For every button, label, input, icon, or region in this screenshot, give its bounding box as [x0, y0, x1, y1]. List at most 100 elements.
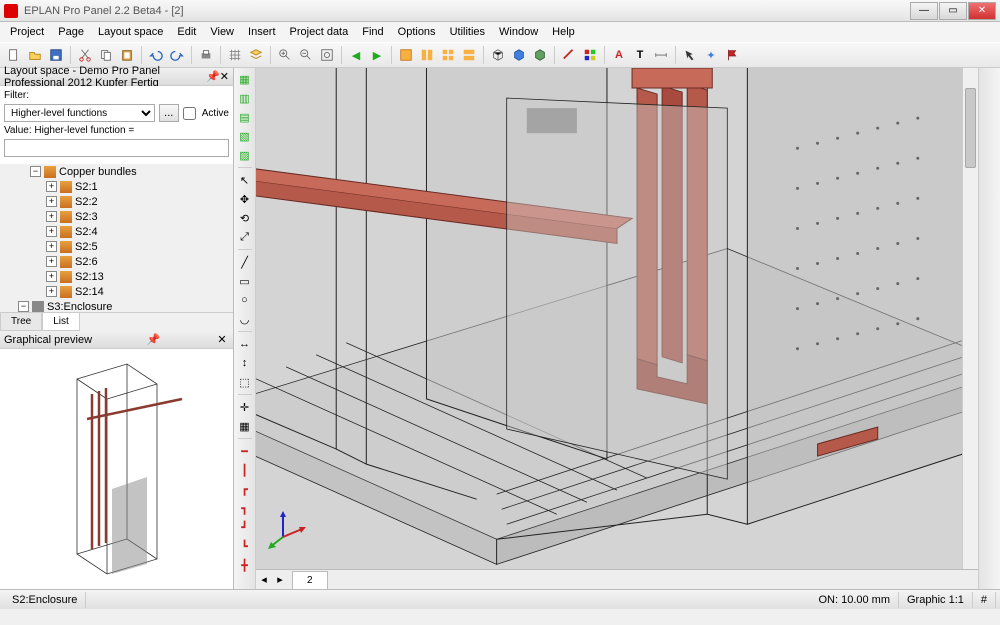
tb-t-icon[interactable]: T: [630, 45, 650, 65]
tab-tree[interactable]: Tree: [0, 313, 42, 331]
menu-project[interactable]: Project: [4, 24, 50, 40]
tb-paste-icon[interactable]: [117, 45, 137, 65]
vt-copper6-icon[interactable]: ┗: [236, 537, 254, 555]
viewport-3d[interactable]: ◂ ▸ 2: [256, 68, 978, 589]
tb-flag-icon[interactable]: [722, 45, 742, 65]
menu-utilities[interactable]: Utilities: [444, 24, 491, 40]
vt-select-icon[interactable]: ↖: [236, 171, 254, 189]
menu-project-data[interactable]: Project data: [284, 24, 355, 40]
tb-view2-icon[interactable]: [417, 45, 437, 65]
vt-grid-icon[interactable]: ▦: [236, 417, 254, 435]
tb-color-icon[interactable]: [580, 45, 600, 65]
tree-copper-bundles[interactable]: −Copper bundles: [0, 164, 233, 179]
tree-view[interactable]: −Copper bundles +S2:1 +S2:2 +S2:3 +S2:4 …: [0, 164, 233, 312]
vt-rail-icon[interactable]: ▤: [236, 108, 254, 126]
vt-line-icon[interactable]: ╱: [236, 253, 254, 271]
tab-list[interactable]: List: [42, 313, 80, 331]
vt-copper3-icon[interactable]: ┏: [236, 480, 254, 498]
vt-rotate-icon[interactable]: ⟲: [236, 209, 254, 227]
menu-window[interactable]: Window: [493, 24, 544, 40]
menu-help[interactable]: Help: [546, 24, 581, 40]
tb-redo-icon[interactable]: [167, 45, 187, 65]
vt-circle-icon[interactable]: ○: [236, 291, 254, 309]
vt-rect-icon[interactable]: ▭: [236, 272, 254, 290]
tb-layers-icon[interactable]: [246, 45, 266, 65]
menu-options[interactable]: Options: [392, 24, 442, 40]
tb-view4-icon[interactable]: [459, 45, 479, 65]
tb-new-icon[interactable]: [4, 45, 24, 65]
preview-canvas[interactable]: [0, 349, 233, 589]
vt-add-icon[interactable]: ▦: [236, 70, 254, 88]
tb-wireframe-icon[interactable]: [509, 45, 529, 65]
preview-close-icon[interactable]: ✕: [215, 333, 229, 346]
vt-copper7-icon[interactable]: ╋: [236, 556, 254, 574]
vt-scale-icon[interactable]: ⤢: [236, 228, 254, 246]
tb-solid-icon[interactable]: [530, 45, 550, 65]
vt-copper5-icon[interactable]: ┛: [236, 518, 254, 536]
tb-save-icon[interactable]: [46, 45, 66, 65]
tree-item[interactable]: +S2:1: [0, 179, 233, 194]
vt-copper4-icon[interactable]: ┓: [236, 499, 254, 517]
vp-tab-prev-icon[interactable]: ◂: [256, 572, 272, 588]
vt-device-icon[interactable]: ▥: [236, 89, 254, 107]
tree-item[interactable]: +S2:3: [0, 209, 233, 224]
tb-zoom-in-icon[interactable]: [275, 45, 295, 65]
vt-duct-icon[interactable]: ▨: [236, 146, 254, 164]
tb-measure-icon[interactable]: [559, 45, 579, 65]
filter-select[interactable]: Higher-level functions: [4, 104, 155, 122]
vt-snap-icon[interactable]: ✛: [236, 398, 254, 416]
tree-item[interactable]: +S2:6: [0, 254, 233, 269]
menu-find[interactable]: Find: [356, 24, 389, 40]
tb-zoom-out-icon[interactable]: [296, 45, 316, 65]
vp-tab-next-icon[interactable]: ▸: [272, 572, 288, 588]
tree-item[interactable]: +S2:2: [0, 194, 233, 209]
menu-insert[interactable]: Insert: [242, 24, 282, 40]
tb-open-icon[interactable]: [25, 45, 45, 65]
close-button[interactable]: ✕: [968, 2, 996, 20]
vt-dim-icon[interactable]: ↔: [236, 335, 254, 353]
tb-copy-icon[interactable]: [96, 45, 116, 65]
tb-a-icon[interactable]: A: [609, 45, 629, 65]
status-hash-icon[interactable]: #: [973, 592, 996, 608]
value-input[interactable]: [4, 139, 229, 157]
tb-view3-icon[interactable]: [438, 45, 458, 65]
vt-arc-icon[interactable]: ◡: [236, 310, 254, 328]
tb-cut-icon[interactable]: [75, 45, 95, 65]
axis-gizmo[interactable]: [268, 509, 308, 549]
tree-item[interactable]: +S2:13: [0, 269, 233, 284]
tb-star-icon[interactable]: ✦: [701, 45, 721, 65]
vt-copper2-icon[interactable]: ┃: [236, 461, 254, 479]
vt-move-icon[interactable]: ✥: [236, 190, 254, 208]
pin-icon[interactable]: 📌: [147, 333, 161, 346]
minimize-button[interactable]: —: [910, 2, 938, 20]
tb-grid-icon[interactable]: [225, 45, 245, 65]
tree-enclosure[interactable]: −S3:Enclosure: [0, 299, 233, 312]
menu-edit[interactable]: Edit: [171, 24, 202, 40]
tb-box-icon[interactable]: [488, 45, 508, 65]
tree-item[interactable]: +S2:14: [0, 284, 233, 299]
vt-tag-icon[interactable]: ⬚: [236, 373, 254, 391]
tb-arrow-icon[interactable]: [680, 45, 700, 65]
panel-close-icon[interactable]: ✕: [220, 70, 229, 83]
tb-print-icon[interactable]: [196, 45, 216, 65]
menu-view[interactable]: View: [204, 24, 240, 40]
menu-layout-space[interactable]: Layout space: [92, 24, 169, 40]
vt-copper1-icon[interactable]: ━: [236, 442, 254, 460]
menu-page[interactable]: Page: [52, 24, 90, 40]
filter-browse-button[interactable]: ...: [159, 104, 179, 122]
active-checkbox[interactable]: [183, 107, 196, 120]
tb-nav-right-icon[interactable]: ▶: [367, 45, 387, 65]
vt-dimv-icon[interactable]: ↕: [236, 354, 254, 372]
scrollbar-vertical[interactable]: [962, 68, 978, 569]
tb-undo-icon[interactable]: [146, 45, 166, 65]
tb-nav-left-icon[interactable]: ◀: [346, 45, 366, 65]
pin-icon[interactable]: 📌: [206, 70, 220, 83]
maximize-button[interactable]: ▭: [939, 2, 967, 20]
tree-item[interactable]: +S2:5: [0, 239, 233, 254]
vt-route-icon[interactable]: ▧: [236, 127, 254, 145]
tree-item[interactable]: +S2:4: [0, 224, 233, 239]
tb-view1-icon[interactable]: [396, 45, 416, 65]
tb-zoom-fit-icon[interactable]: [317, 45, 337, 65]
viewport-tab-2[interactable]: 2: [292, 571, 328, 589]
tb-dim-icon[interactable]: [651, 45, 671, 65]
